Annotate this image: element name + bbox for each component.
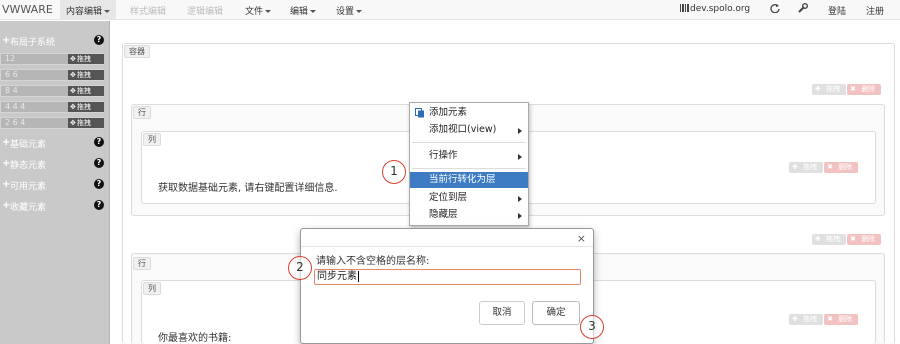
menu-item-add-view[interactable]: 添加视口(view) <box>410 122 528 138</box>
move-icon: ✥ <box>70 87 76 95</box>
context-menu: 添加元素 添加视口(view) 行操作 当前行转化为层 定位到层 隐藏层 <box>409 102 529 226</box>
row-tag: 行 <box>133 257 151 270</box>
menu-edit[interactable]: 编辑 <box>290 4 317 17</box>
menu-item-add-element[interactable]: 添加元素 <box>410 105 528 121</box>
dialog-prompt: 请输入不含空格的层名称: <box>316 256 430 267</box>
drag-button[interactable]: ✥拖拽 <box>68 54 104 64</box>
dialog-divider <box>301 246 593 247</box>
sidebar-section-layout[interactable]: + 布局子系统 ? <box>0 34 108 48</box>
move-icon: ✥ <box>70 55 76 63</box>
menu-separator <box>412 142 526 143</box>
submenu-arrow-icon <box>518 128 522 134</box>
menu-item-locate-layer[interactable]: 定位到层 <box>410 190 528 206</box>
site-link[interactable]: dev.spolo.org <box>680 4 750 14</box>
drag-button[interactable]: ✥拖拽 <box>68 102 104 112</box>
move-icon: ✥ <box>70 71 76 79</box>
cancel-button[interactable]: 取消 <box>479 301 525 325</box>
drag-button[interactable]: ✚ 拖拽 <box>789 162 824 173</box>
drag-button[interactable]: ✥拖拽 <box>68 118 104 128</box>
menu-content-edit[interactable]: 内容编辑 <box>60 0 117 20</box>
container-actions: ✚ 拖拽 ✖ 删除 <box>812 83 882 95</box>
help-icon[interactable]: ? <box>94 35 104 45</box>
column-tag: 列 <box>143 133 161 146</box>
brand-logo[interactable]: VWWARE <box>2 3 53 16</box>
drag-button[interactable]: ✚ 拖拽 <box>812 84 847 95</box>
menu-file[interactable]: 文件 <box>245 4 272 17</box>
sidebar-section-available[interactable]: + 可用元素 ? <box>0 178 108 192</box>
annotation-1: 1 <box>382 160 406 184</box>
layout-row-8-4[interactable]: 8 4 ✥拖拽 <box>0 85 104 97</box>
annotation-2: 2 <box>288 256 312 280</box>
drag-button[interactable]: ✚ 拖拽 <box>789 314 824 325</box>
help-icon[interactable]: ? <box>94 179 104 189</box>
barcode-icon <box>680 4 689 12</box>
text-cursor <box>358 270 359 282</box>
submenu-arrow-icon <box>518 196 522 202</box>
column-actions: ✚ 拖拽 ✖ 删除 <box>789 161 859 173</box>
books-text: 你最喜欢的书籍: <box>158 333 232 344</box>
drag-button[interactable]: ✚ 拖拽 <box>812 234 847 245</box>
copy-icon <box>415 108 424 118</box>
help-icon[interactable]: ? <box>94 200 104 210</box>
info-text: 获取数据基础元素, 请右键配置详细信息. <box>158 183 338 194</box>
menu-settings[interactable]: 设置 <box>336 4 363 17</box>
layer-name-input[interactable]: 同步元素 <box>314 269 581 285</box>
confirm-button[interactable]: 确定 <box>532 301 580 325</box>
sidebar-section-static[interactable]: + 静态元素 ? <box>0 157 108 171</box>
delete-button[interactable]: ✖ 删除 <box>824 162 859 173</box>
row-actions: ✚ 拖拽 ✖ 删除 <box>812 233 882 245</box>
delete-button[interactable]: ✖ 删除 <box>824 314 859 325</box>
refresh-icon[interactable] <box>770 3 780 16</box>
layout-row-12[interactable]: 12 ✥拖拽 <box>0 53 104 65</box>
chevron-down-icon <box>310 10 317 13</box>
delete-button[interactable]: ✖ 删除 <box>847 84 882 95</box>
sidebar: + 布局子系统 ? 12 ✥拖拽 6 6 ✥拖拽 8 4 ✥拖拽 4 4 4 ✥… <box>0 21 110 344</box>
register-link[interactable]: 注册 <box>866 4 884 17</box>
submenu-arrow-icon <box>518 213 522 219</box>
layout-row-2-6-4[interactable]: 2 6 4 ✥拖拽 <box>0 117 104 129</box>
column-actions: ✚ 拖拽 ✖ 删除 <box>789 313 859 325</box>
menu-item-row-ops[interactable]: 行操作 <box>410 148 528 164</box>
chevron-down-icon <box>265 10 272 13</box>
drag-button[interactable]: ✥拖拽 <box>68 70 104 80</box>
menu-item-row-to-layer[interactable]: 当前行转化为层 <box>410 172 528 188</box>
chevron-down-icon <box>356 10 363 13</box>
menu-separator <box>412 168 526 169</box>
top-navbar: VWWARE 内容编辑 样式编辑 逻辑编辑 文件 编辑 设置 dev.spolo… <box>0 0 900 20</box>
menu-logic-edit: 逻辑编辑 <box>187 7 224 17</box>
submenu-arrow-icon <box>518 154 522 160</box>
layout-row-6-6[interactable]: 6 6 ✥拖拽 <box>0 69 104 81</box>
row-tag: 行 <box>133 106 151 119</box>
sidebar-section-favorites[interactable]: + 收藏元素 ? <box>0 199 108 213</box>
move-icon: ✥ <box>70 103 76 111</box>
menu-item-hide-layer[interactable]: 隐藏层 <box>410 207 528 223</box>
move-icon: ✥ <box>70 119 76 127</box>
menu-style-edit: 样式编辑 <box>130 7 167 17</box>
help-icon[interactable]: ? <box>94 158 104 168</box>
drag-button[interactable]: ✥拖拽 <box>68 86 104 96</box>
delete-button[interactable]: ✖ 删除 <box>847 234 882 245</box>
close-icon[interactable]: × <box>577 232 586 245</box>
layer-name-dialog: × 请输入不含空格的层名称: 同步元素 取消 确定 <box>300 228 594 344</box>
container-tag: 容器 <box>124 45 150 58</box>
chevron-down-icon <box>104 10 111 13</box>
help-icon[interactable]: ? <box>94 137 104 147</box>
wrench-icon[interactable] <box>798 3 808 16</box>
login-link[interactable]: 登陆 <box>828 4 846 17</box>
column-tag: 列 <box>143 282 161 295</box>
sidebar-section-basic[interactable]: + 基础元素 ? <box>0 136 108 150</box>
annotation-3: 3 <box>580 315 604 339</box>
layout-row-4-4-4[interactable]: 4 4 4 ✥拖拽 <box>0 101 104 113</box>
